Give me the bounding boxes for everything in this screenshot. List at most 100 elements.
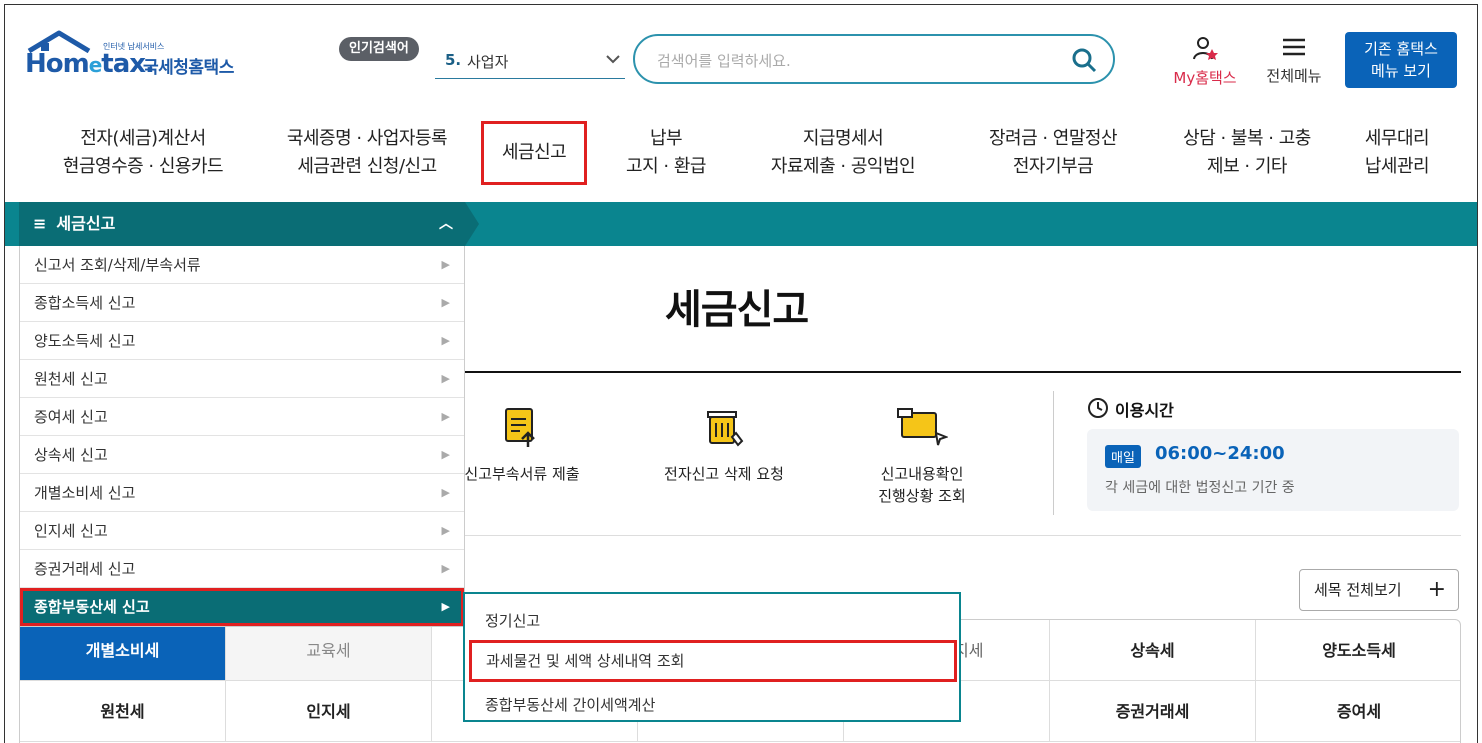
popular-search-select[interactable]: 5. 사업자 (435, 41, 625, 79)
local-nav-title: 세금신고 (56, 214, 116, 233)
gnb-payment-statement[interactable]: 지급명세서자료제출 · 공익법인 (753, 125, 933, 181)
clock-icon (1088, 398, 1108, 418)
popular-rank: 5. (445, 51, 462, 69)
lnb-item-income-tax[interactable]: 종합소득세 신고 ▶ (20, 284, 464, 322)
submenu-regular-filing[interactable]: 정기신고 (485, 610, 540, 631)
gnb-incentives[interactable]: 장려금 · 연말정산전자기부금 (963, 125, 1143, 181)
all-menu-label: 전체메뉴 (1266, 67, 1322, 85)
lnb-item-label: 인지세 신고 (34, 522, 108, 540)
daily-badge: 매일 (1105, 445, 1141, 468)
gnb-label: 국세증명 · 사업자등록 (286, 128, 448, 149)
gnb-payment[interactable]: 납부고지 · 환급 (611, 125, 721, 181)
view-all-label: 세목 전체보기 (1314, 581, 1402, 599)
lnb-item-label: 양도소득세 신고 (34, 332, 136, 350)
lnb-item-label: 신고서 조회/삭제/부속서류 (34, 256, 201, 274)
quick-label: 신고부속서류 제출 (464, 465, 580, 483)
tax-cell[interactable]: 양도소득세 (1256, 620, 1460, 681)
tax-cell[interactable]: 개별소비세 (20, 620, 226, 681)
local-nav-menu: 신고서 조회/삭제/부속서류 ▶ 종합소득세 신고 ▶ 양도소득세 신고 ▶ 원천세 … (19, 246, 465, 627)
page-title: 세금신고 (665, 287, 809, 333)
lnb-item-label: 종합소득세 신고 (34, 294, 136, 312)
quick-label: 전자신고 삭제 요청 (664, 465, 784, 483)
gnb-label: 지급명세서 (802, 128, 884, 149)
menu-icon: ≡ (33, 214, 47, 233)
gnb-label: 장려금 · 연말정산 (988, 128, 1118, 149)
gnb-label: 세금관련 신청/신고 (297, 156, 437, 177)
lnb-item-report-lookup[interactable]: 신고서 조회/삭제/부속서류 ▶ (20, 246, 464, 284)
legacy-line2: 메뉴 보기 (1371, 62, 1431, 80)
chevron-right-icon: ▶ (441, 562, 450, 575)
usage-description: 각 세금에 대한 법정신고 기간 중 (1105, 480, 1295, 496)
main-navigation: 전자(세금)계산서현금영수증 · 신용카드 국세증명 · 사업자등록세금관련 신… (5, 117, 1477, 197)
logo-korean-name: 국세청홈택스 (143, 58, 234, 78)
lnb-item-stamp-tax[interactable]: 인지세 신고 ▶ (20, 512, 464, 550)
gnb-label: 납부 (649, 128, 683, 149)
chevron-right-icon: ▶ (441, 410, 450, 423)
popular-search-badge: 인기검색어 (339, 37, 419, 61)
chevron-right-icon: ▶ (441, 258, 450, 271)
quick-check-status[interactable]: 신고내용확인 진행상황 조회 (837, 403, 1007, 507)
gnb-tax-filing[interactable]: 세금신고 (481, 121, 588, 185)
content-divider (465, 535, 1461, 536)
usage-hours-box: 매일 06:00~24:00 각 세금에 대한 법정신고 기간 중 (1087, 429, 1459, 511)
lnb-item-inheritance[interactable]: 상속세 신고 ▶ (20, 436, 464, 474)
search-placeholder: 검색어를 입력하세요. (657, 52, 791, 70)
gnb-label: 납세관리 (1364, 156, 1430, 177)
gnb-e-invoice[interactable]: 전자(세금)계산서현금영수증 · 신용카드 (43, 125, 243, 181)
hometax-logo[interactable]: 인터넷 납세서비스 Hometax. 국세청홈택스 (23, 29, 263, 79)
popular-term: 사업자 (467, 53, 509, 71)
gnb-label: 전자(세금)계산서 (80, 128, 206, 149)
all-menu-button[interactable]: 전체메뉴 (1257, 35, 1331, 86)
gnb-label: 전자기부금 (1012, 156, 1094, 177)
submenu-simple-calc[interactable]: 종합부동산세 간이세액계산 (485, 694, 655, 715)
gnb-label: 자료제출 · 공익법인 (770, 156, 916, 177)
gnb-label: 세무대리 (1364, 128, 1430, 149)
chevron-right-icon: ▶ (441, 448, 450, 461)
page-frame: 인터넷 납세서비스 Hometax. 국세청홈택스 인기검색어 5. 사업자 검… (4, 4, 1478, 743)
chevron-down-icon (606, 55, 620, 64)
gnb-certificate[interactable]: 국세증명 · 사업자등록세금관련 신청/신고 (267, 125, 467, 181)
lnb-item-withholding[interactable]: 원천세 신고 ▶ (20, 360, 464, 398)
usage-hours-title: 이용시간 (1115, 401, 1174, 420)
chevron-right-icon: ▶ (441, 334, 450, 347)
realestate-submenu: 정기신고 과세물건 및 세액 상세내역 조회 종합부동산세 간이세액계산 (463, 592, 961, 722)
lnb-item-excise[interactable]: 개별소비세 신고 ▶ (20, 474, 464, 512)
tax-cell[interactable]: 인지세 (226, 681, 432, 742)
legacy-line1: 기존 홈택스 (1364, 40, 1438, 58)
gnb-consultation[interactable]: 상담 · 불복 · 고충제보 · 기타 (1157, 125, 1337, 181)
view-all-taxes-button[interactable]: 세목 전체보기 + (1299, 569, 1459, 611)
gnb-tax-agent[interactable]: 세무대리납세관리 (1347, 125, 1447, 181)
tax-cell[interactable]: 상속세 (1050, 620, 1256, 681)
search-input[interactable]: 검색어를 입력하세요. (633, 34, 1115, 84)
local-nav-toggle[interactable]: ≡ 세금신고 ︿ (19, 202, 465, 246)
lnb-item-label: 원천세 신고 (34, 370, 108, 388)
lnb-item-label: 상속세 신고 (34, 446, 108, 464)
lnb-item-securities[interactable]: 증권거래세 신고 ▶ (20, 550, 464, 588)
gnb-label: 상담 · 불복 · 고충 (1183, 128, 1311, 149)
tax-cell[interactable]: 원천세 (20, 681, 226, 742)
trash-icon (707, 411, 744, 447)
lnb-item-label: 증권거래세 신고 (34, 560, 136, 578)
tax-cell[interactable]: 교육세 (226, 620, 432, 681)
user-icon (1193, 37, 1218, 60)
gnb-label: 제보 · 기타 (1207, 156, 1287, 177)
quick-label: 신고내용확인 (880, 465, 964, 483)
hamburger-icon (1283, 38, 1305, 56)
lnb-item-capital-gains[interactable]: 양도소득세 신고 ▶ (20, 322, 464, 360)
my-hometax-label: My홈택스 (1173, 69, 1237, 87)
search-icon[interactable] (1071, 47, 1097, 73)
lnb-item-comprehensive-realestate[interactable]: 종합부동산세 신고 ▶ (20, 588, 464, 626)
my-hometax-button[interactable]: My홈택스 (1165, 35, 1245, 88)
submenu-taxable-detail-lookup[interactable]: 과세물건 및 세액 상세내역 조회 (469, 640, 957, 682)
title-divider (465, 371, 1461, 373)
legacy-menu-button[interactable]: 기존 홈택스 메뉴 보기 (1345, 32, 1457, 88)
chevron-right-icon: ▶ (441, 486, 450, 499)
gnb-label: 현금영수증 · 신용카드 (62, 156, 224, 177)
tax-cell[interactable]: 증권거래세 (1050, 681, 1256, 742)
chevron-right-icon: ▶ (441, 296, 450, 309)
gnb-label: 고지 · 환급 (626, 156, 706, 177)
tax-cell[interactable]: 증여세 (1256, 681, 1460, 742)
quick-delete-request[interactable]: 전자신고 삭제 요청 (639, 403, 809, 485)
chevron-right-icon: ▶ (441, 600, 450, 613)
lnb-item-gift-tax[interactable]: 증여세 신고 ▶ (20, 398, 464, 436)
